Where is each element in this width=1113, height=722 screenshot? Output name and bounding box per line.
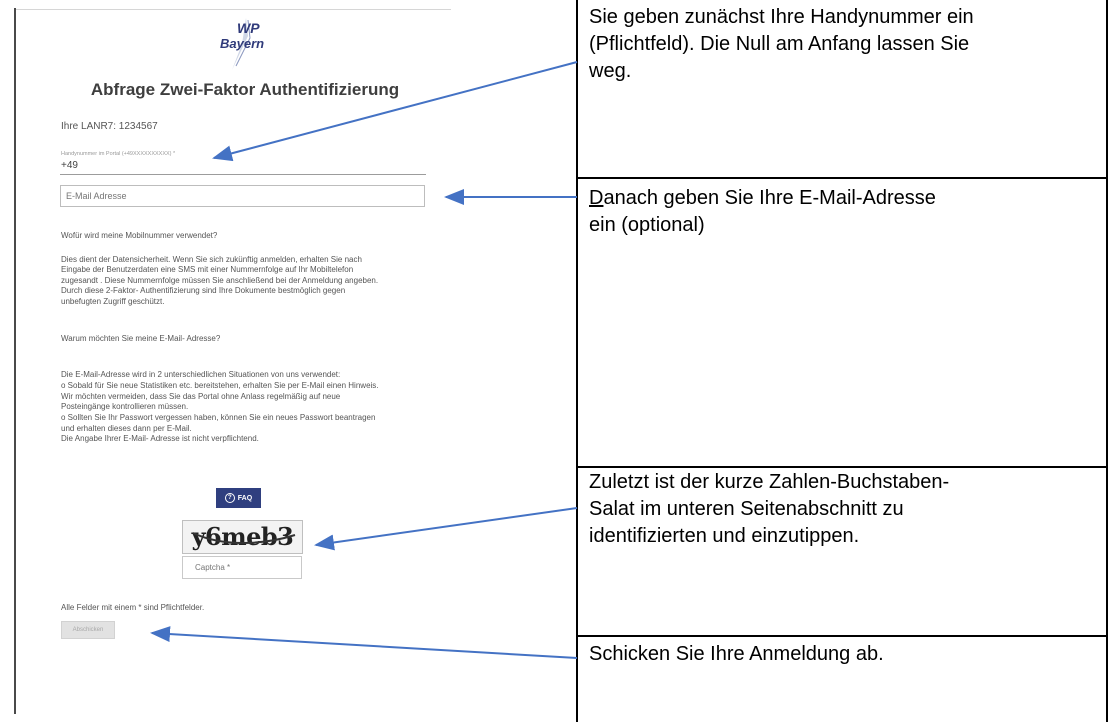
- annotation-phone-line: Sie geben zunächst Ihre Handynummer ein: [589, 6, 974, 28]
- annotation-captcha: Zuletzt ist der kurze Zahlen-Buchstaben-…: [589, 469, 1104, 550]
- email-answer-line: o Sobald für Sie neue Statistiken etc. b…: [61, 381, 379, 390]
- question-circle-icon: ?: [224, 493, 235, 503]
- lanr-text: Ihre LANR7: 1234567: [61, 121, 158, 132]
- screenshot-top-border: [16, 9, 451, 10]
- email-answer-line: Wir möchten vermeiden, dass Sie das Port…: [61, 392, 341, 401]
- annotation-email-rest: anach geben Sie Ihre E-Mail-Adresse: [603, 187, 936, 209]
- table-right-border: [1106, 0, 1108, 722]
- logo-text-bayern: Bayern: [220, 36, 265, 51]
- arrow-to-phone: [212, 61, 578, 162]
- mobile-answer-line: unbefugten Zugriff geschützt.: [61, 297, 165, 306]
- screenshot-left-border: [14, 8, 16, 714]
- captcha-input[interactable]: [182, 556, 302, 579]
- annotation-email-line: Danach geben Sie Ihre E-Mail-Adresse: [589, 185, 1104, 212]
- annotation-arrows: [150, 61, 578, 659]
- email-input[interactable]: [60, 185, 425, 207]
- annotation-email: Danach geben Sie Ihre E-Mail-Adresse ein…: [589, 185, 1104, 239]
- email-answer-line: Posteingänge kontrollieren müssen.: [61, 402, 189, 411]
- email-answer-line: Die Angabe Ihrer E-Mail- Adresse ist nic…: [61, 434, 259, 443]
- annotation-email-line: ein (optional): [589, 214, 705, 236]
- email-question: Warum möchten Sie meine E-Mail- Adresse?: [61, 334, 221, 343]
- annotation-phone: Sie geben zunächst Ihre Handynummer ein …: [589, 4, 1104, 85]
- email-answer-line: Die E-Mail-Adresse wird in 2 unterschied…: [61, 370, 341, 379]
- phone-field-underline: [60, 174, 426, 175]
- captcha-noise-line: [192, 532, 296, 544]
- email-answer-line: und erhalten dieses dann per E-Mail.: [61, 424, 192, 433]
- table-left-border: [576, 0, 578, 722]
- annotation-email-first-letter: D: [589, 187, 604, 209]
- arrow-to-submit: [150, 626, 578, 659]
- annotation-captcha-line: Salat im unteren Seitenabschnitt zu: [589, 498, 904, 520]
- annotation-phone-line: weg.: [589, 60, 632, 82]
- annotation-phone-line: (Pflichtfeld). Die Null am Anfang lassen…: [589, 33, 970, 55]
- table-row-divider: [576, 635, 1108, 637]
- mobile-answer-line: Durch diese 2-Faktor- Authentifizierung …: [61, 286, 346, 295]
- arrow-to-captcha: [314, 507, 578, 551]
- phone-field-value[interactable]: +49: [61, 160, 78, 171]
- table-row-divider: [576, 177, 1108, 179]
- annotation-submit: Schicken Sie Ihre Anmeldung ab.: [589, 643, 884, 665]
- mobile-answer-line: Dies dient der Datensicherheit. Wenn Sie…: [61, 255, 362, 264]
- form-title: Abfrage Zwei-Faktor Authentifizierung: [90, 80, 400, 99]
- faq-button[interactable]: ? FAQ: [216, 488, 261, 508]
- captcha-image: y6meb3: [182, 520, 303, 554]
- faq-button-label: FAQ: [237, 494, 253, 502]
- annotation-captcha-line: Zuletzt ist der kurze Zahlen-Buchstaben-: [589, 471, 950, 493]
- annotation-captcha-line: identifizierten und einzutippen.: [589, 525, 860, 547]
- email-answer-line: o Sollten Sie Ihr Passwort vergessen hab…: [61, 413, 376, 422]
- phone-field-label: Handynummer im Portal (+49XXXXXXXXXX) *: [61, 151, 176, 157]
- submit-button[interactable]: Abschicken: [61, 621, 115, 639]
- mobile-question: Wofür wird meine Mobilnummer verwendet?: [61, 231, 218, 240]
- mobile-answer-line: zugesandt . Diese Nummernfolge müssen Si…: [61, 276, 379, 285]
- logo-text-wp: WP: [237, 20, 260, 36]
- table-row-divider: [576, 466, 1108, 468]
- mobile-answer-line: Eingabe der Benutzerdaten eine SMS mit e…: [61, 265, 354, 274]
- required-fields-note: Alle Felder mit einem * sind Pflichtfeld…: [61, 603, 205, 612]
